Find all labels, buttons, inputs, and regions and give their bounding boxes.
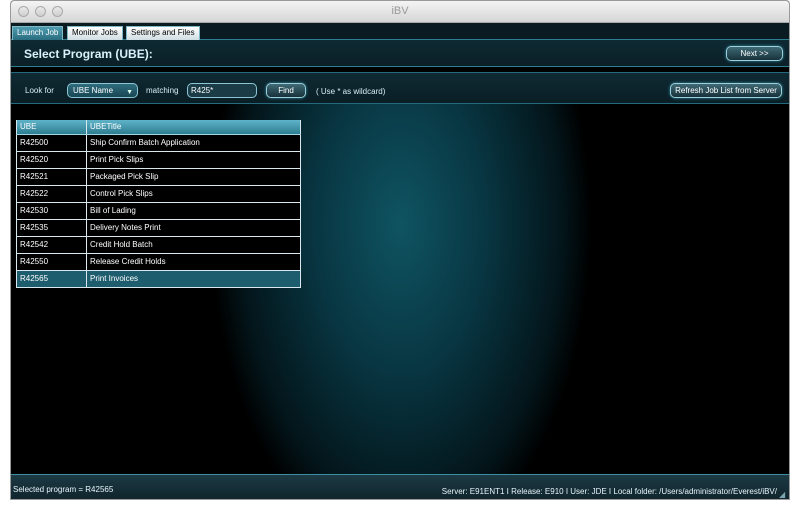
ube-cell: R42500 <box>16 135 87 151</box>
table-row[interactable]: R42535 Delivery Notes Print <box>16 220 301 237</box>
table-header: UBE UBETitle <box>16 120 301 135</box>
ube-title-cell: Control Pick Slips <box>87 186 301 202</box>
search-input[interactable]: R425* <box>187 83 257 98</box>
ube-table: UBE UBETitle R42500 Ship Confirm Batch A… <box>16 120 301 288</box>
search-type-select[interactable]: UBE Name ▼ <box>67 83 138 98</box>
ube-cell: R42520 <box>16 152 87 168</box>
ube-cell: R42535 <box>16 220 87 236</box>
next-button[interactable]: Next >> <box>726 46 783 61</box>
server-info-status: Server: E91ENT1 I Release: E910 I User: … <box>441 487 777 496</box>
tab-bar: Launch Job Monitor Jobs Settings and Fil… <box>11 23 789 40</box>
page-title: Select Program (UBE): <box>24 47 153 61</box>
ube-cell: R42530 <box>16 203 87 219</box>
title-bar: iBV <box>11 1 789 23</box>
selected-program-status: Selected program = R42565 <box>13 485 114 494</box>
ube-cell: R42542 <box>16 237 87 253</box>
ube-title-cell: Credit Hold Batch <box>87 237 301 253</box>
find-button[interactable]: Find <box>266 83 306 98</box>
app-window: iBV Launch Job Monitor Jobs Settings and… <box>10 0 790 500</box>
chevron-down-icon: ▼ <box>126 89 133 96</box>
search-bar: Look for UBE Name ▼ matching R425* Find … <box>11 72 789 104</box>
ube-title-cell: Print Invoices <box>87 271 301 287</box>
refresh-job-list-button[interactable]: Refresh Job List from Server <box>670 83 782 98</box>
ube-cell: R42550 <box>16 254 87 270</box>
ube-title-cell: Delivery Notes Print <box>87 220 301 236</box>
table-row[interactable]: R42550 Release Credit Holds <box>16 254 301 271</box>
matching-label: matching <box>146 86 179 95</box>
column-header-ubetitle[interactable]: UBETitle <box>87 120 301 134</box>
ube-cell: R42565 <box>16 271 87 287</box>
table-row[interactable]: R42521 Packaged Pick Slip <box>16 169 301 186</box>
ube-cell: R42521 <box>16 169 87 185</box>
tab-monitor-jobs[interactable]: Monitor Jobs <box>67 26 123 40</box>
table-row[interactable]: R42530 Bill of Lading <box>16 203 301 220</box>
table-row[interactable]: R42500 Ship Confirm Batch Application <box>16 135 301 152</box>
resize-grip-icon[interactable]: ◢ <box>779 491 787 499</box>
program-header: Select Program (UBE): Next >> <box>11 40 789 67</box>
ube-title-cell: Release Credit Holds <box>87 254 301 270</box>
table-row-selected[interactable]: R42565 Print Invoices <box>16 271 301 288</box>
ube-cell: R42522 <box>16 186 87 202</box>
results-area: UBE UBETitle R42500 Ship Confirm Batch A… <box>11 104 789 474</box>
ube-title-cell: Packaged Pick Slip <box>87 169 301 185</box>
search-type-value: UBE Name <box>73 86 114 95</box>
table-row[interactable]: R42520 Print Pick Slips <box>16 152 301 169</box>
look-for-label: Look for <box>25 86 54 95</box>
ube-title-cell: Ship Confirm Batch Application <box>87 135 301 151</box>
status-bar: Selected program = R42565 Server: E91ENT… <box>11 474 789 499</box>
table-row[interactable]: R42542 Credit Hold Batch <box>16 237 301 254</box>
column-header-ube[interactable]: UBE <box>16 120 87 134</box>
window-title: iBV <box>391 5 409 17</box>
tab-settings-and-files[interactable]: Settings and Files <box>126 26 200 40</box>
tab-launch-job[interactable]: Launch Job <box>12 26 64 40</box>
ube-title-cell: Print Pick Slips <box>87 152 301 168</box>
ube-title-cell: Bill of Lading <box>87 203 301 219</box>
table-row[interactable]: R42522 Control Pick Slips <box>16 186 301 203</box>
wildcard-hint: ( Use * as wildcard) <box>316 87 386 96</box>
